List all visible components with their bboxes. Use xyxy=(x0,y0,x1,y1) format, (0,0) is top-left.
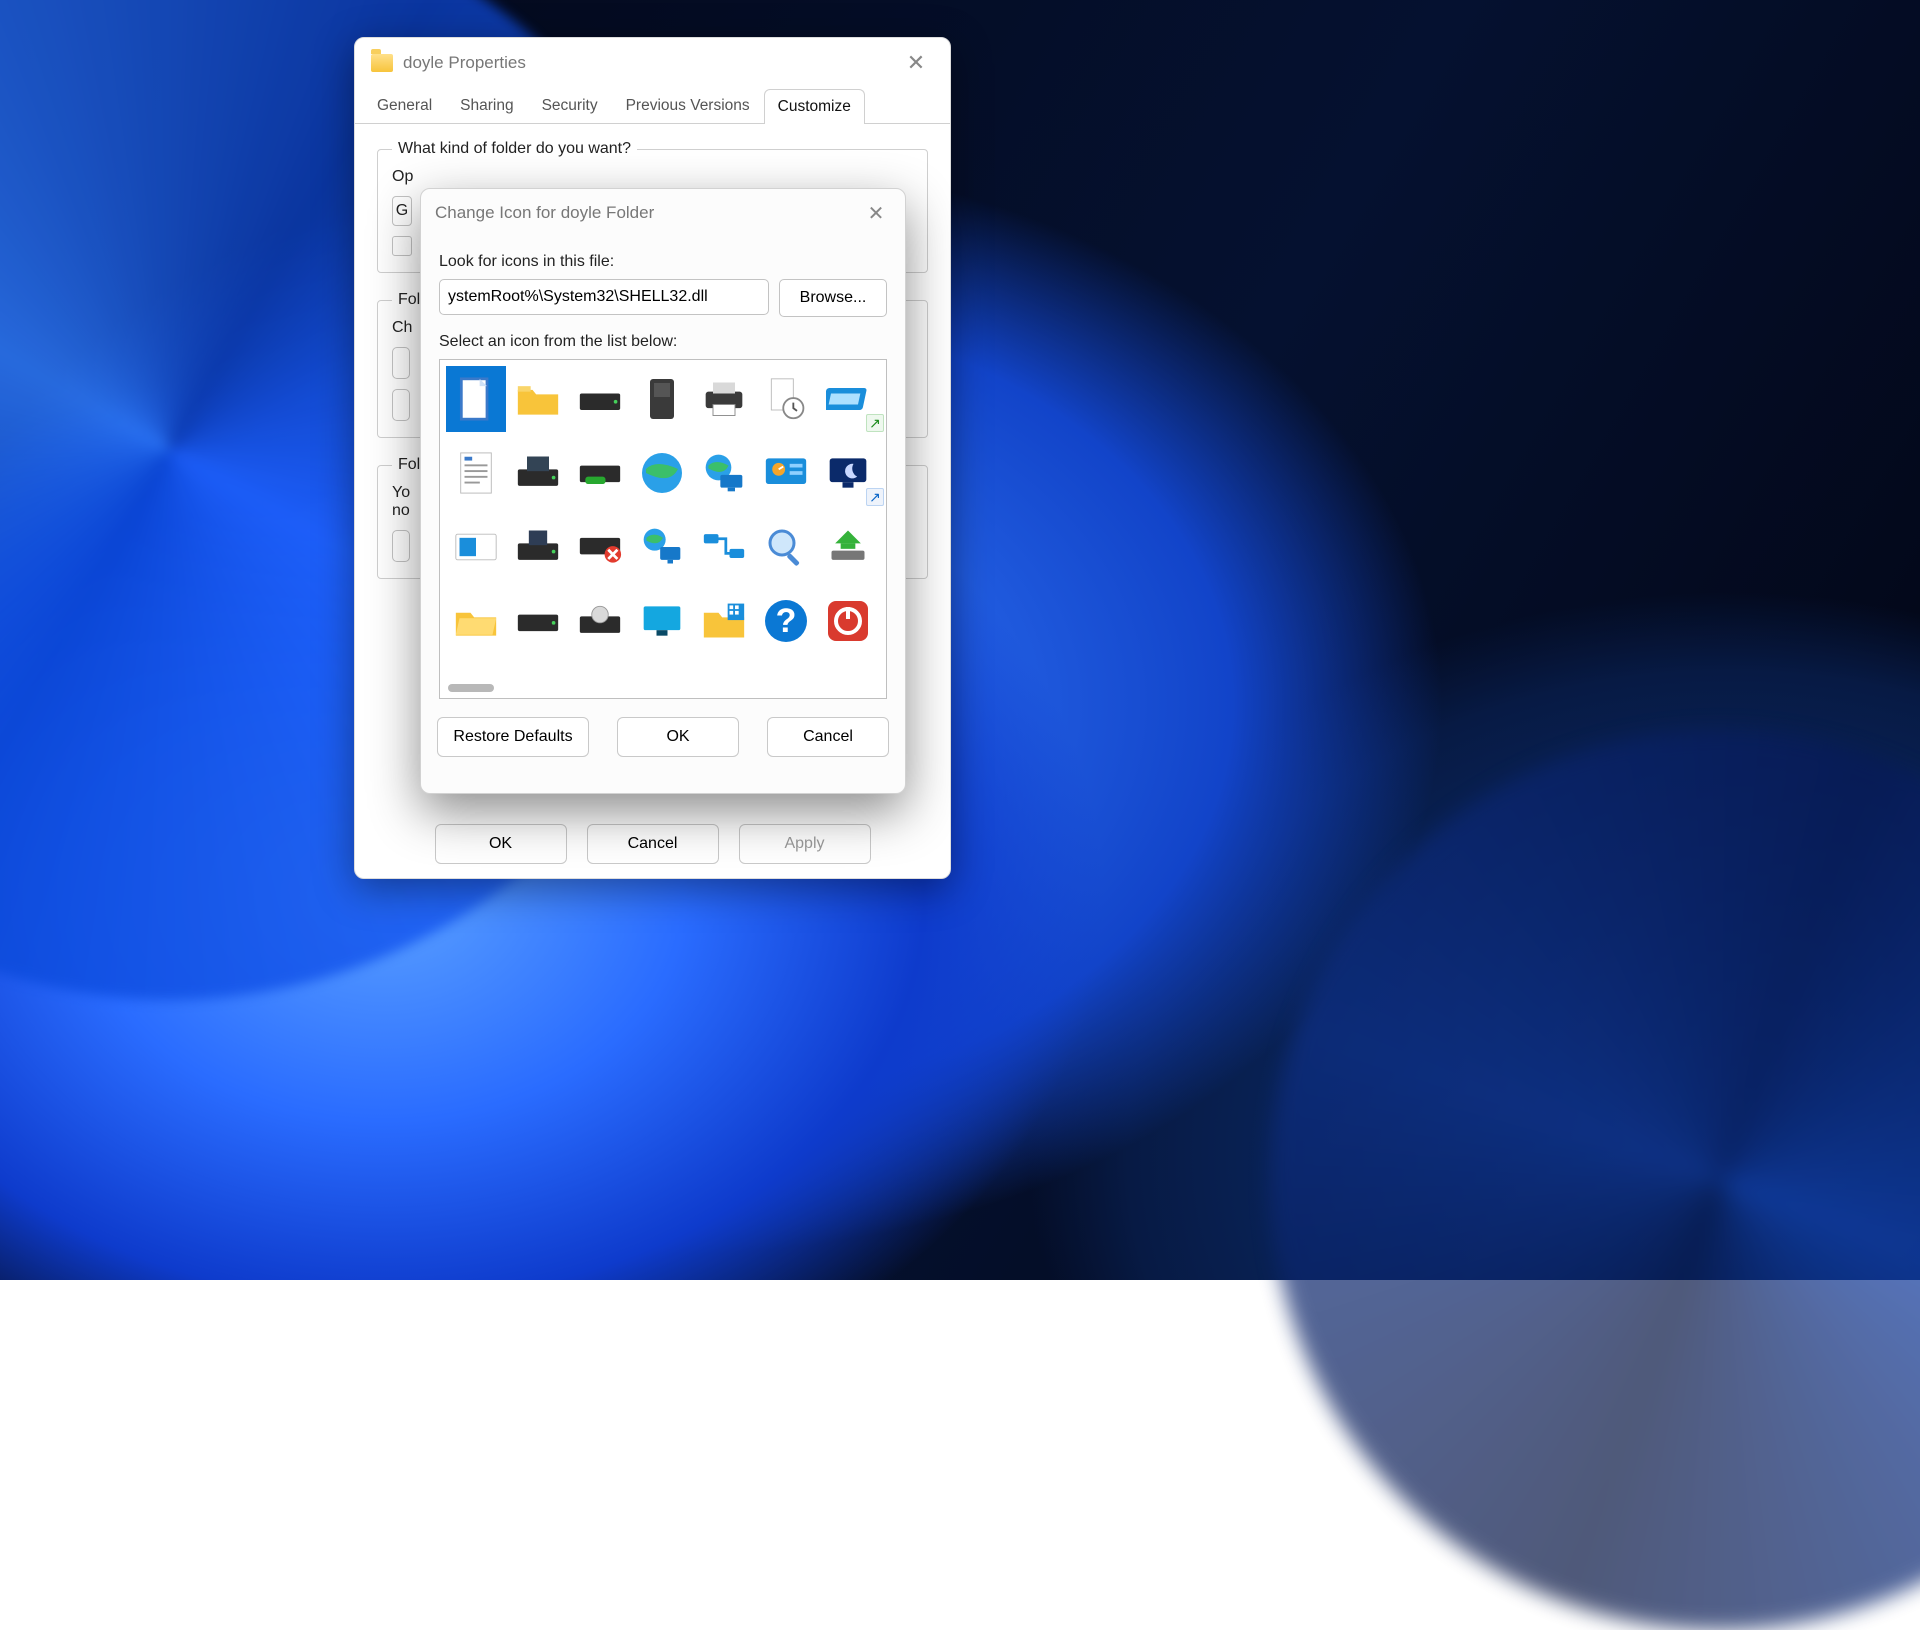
icon-file-path-input[interactable]: ystemRoot%\System32\SHELL32.dll xyxy=(439,279,769,315)
icon-chip[interactable] xyxy=(632,366,692,432)
icon-programs[interactable] xyxy=(446,514,506,580)
icon-optical-drive[interactable] xyxy=(570,588,630,654)
icon-eject-drive[interactable] xyxy=(818,514,878,580)
icon-hard-drive-alt[interactable] xyxy=(508,588,568,654)
close-icon[interactable]: ✕ xyxy=(898,45,934,81)
change-icon-dialog: Change Icon for doyle Folder ✕ Look for … xyxy=(420,188,906,794)
restore-defaults-button[interactable]: Restore Defaults xyxy=(437,717,589,757)
icon-folder-apps[interactable] xyxy=(694,588,754,654)
icon-help[interactable]: ? xyxy=(756,588,816,654)
icon-removable-drive[interactable] xyxy=(570,440,630,506)
icon-printer[interactable] xyxy=(694,366,754,432)
icon-drive-error[interactable] xyxy=(570,514,630,580)
properties-button-row: OK Cancel Apply xyxy=(355,824,950,864)
restore-default-button-partial[interactable] xyxy=(392,389,410,421)
properties-title: doyle Properties xyxy=(403,53,526,73)
icon-shutdown[interactable] xyxy=(818,588,878,654)
icon-list-scrollbar[interactable] xyxy=(448,684,494,692)
optimize-dropdown-partial[interactable]: G xyxy=(392,196,412,226)
cancel-button[interactable]: Cancel xyxy=(767,717,889,757)
tab-previous-versions[interactable]: Previous Versions xyxy=(612,88,764,123)
tab-customize[interactable]: Customize xyxy=(764,89,865,124)
overlay-share-icon: ↗ xyxy=(866,414,884,432)
change-icon-button-partial[interactable] xyxy=(392,530,410,562)
icon-monitor[interactable] xyxy=(632,588,692,654)
icon-floppy-drive-alt[interactable] xyxy=(508,514,568,580)
folder-icon xyxy=(371,54,393,72)
tab-security[interactable]: Security xyxy=(528,88,612,123)
icon-folder-open[interactable] xyxy=(446,588,506,654)
icon-hard-drive[interactable] xyxy=(570,366,630,432)
icon-network-globe[interactable] xyxy=(694,440,754,506)
browse-button[interactable]: Browse... xyxy=(779,279,887,317)
group-folder-kind-legend: What kind of folder do you want? xyxy=(392,140,637,158)
change-icon-button-row: Restore Defaults OK Cancel xyxy=(421,699,905,775)
optimize-label-partial: Op xyxy=(392,168,913,186)
icon-list[interactable]: ? ↗ ↗ xyxy=(439,359,887,699)
look-for-icons-label: Look for icons in this file: xyxy=(439,253,887,271)
close-icon[interactable]: ✕ xyxy=(861,198,891,228)
also-apply-checkbox-partial[interactable] xyxy=(392,236,412,256)
properties-titlebar: doyle Properties ✕ xyxy=(355,38,950,88)
icon-network-computer[interactable] xyxy=(632,514,692,580)
icon-globe[interactable] xyxy=(632,440,692,506)
properties-tabs: General Sharing Security Previous Versio… xyxy=(355,88,950,124)
change-icon-titlebar: Change Icon for doyle Folder ✕ xyxy=(421,189,905,237)
tab-sharing[interactable]: Sharing xyxy=(446,88,527,123)
tab-general[interactable]: General xyxy=(363,88,446,123)
icon-search-magnifier[interactable] xyxy=(756,514,816,580)
choose-file-button-partial[interactable] xyxy=(392,347,410,379)
icon-folder[interactable] xyxy=(508,366,568,432)
icon-network-connection[interactable] xyxy=(694,514,754,580)
apply-button[interactable]: Apply xyxy=(739,824,871,864)
cancel-button[interactable]: Cancel xyxy=(587,824,719,864)
change-icon-title: Change Icon for doyle Folder xyxy=(435,203,654,223)
select-icon-label: Select an icon from the list below: xyxy=(439,333,887,351)
desktop-wallpaper xyxy=(0,0,1920,1280)
icon-floppy-drive[interactable] xyxy=(508,440,568,506)
ok-button[interactable]: OK xyxy=(435,824,567,864)
ok-button[interactable]: OK xyxy=(617,717,739,757)
icon-text-document[interactable] xyxy=(446,440,506,506)
overlay-shortcut-icon: ↗ xyxy=(866,488,884,506)
icon-document-clock[interactable] xyxy=(756,366,816,432)
icon-blank-document[interactable] xyxy=(446,366,506,432)
icon-control-panel[interactable] xyxy=(756,440,816,506)
